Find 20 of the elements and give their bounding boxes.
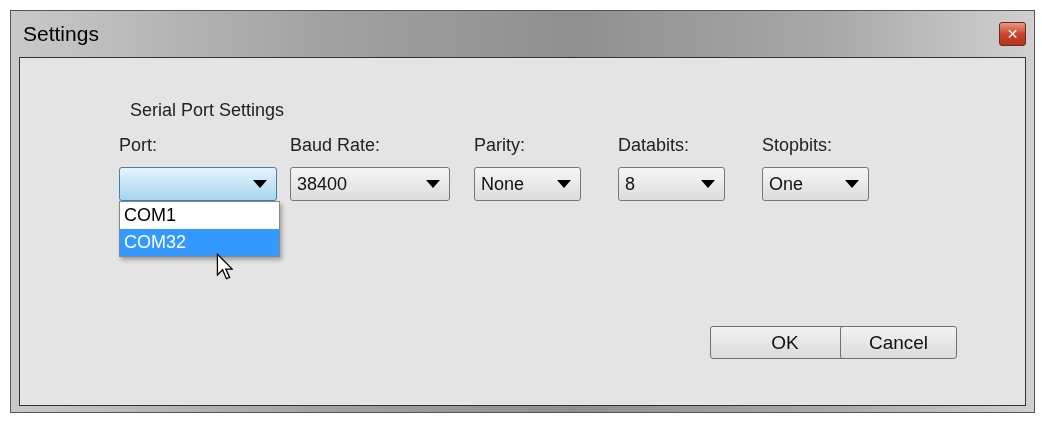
group-title: Serial Port Settings	[129, 100, 286, 121]
field-label: Port:	[119, 135, 157, 156]
caret-icon	[253, 180, 267, 188]
dropdown[interactable]: 8	[618, 167, 725, 201]
window-title: Settings	[22, 22, 99, 46]
caret-icon	[701, 180, 715, 188]
caret-icon	[557, 180, 571, 188]
field-label: Baud Rate:	[290, 135, 381, 156]
close-button[interactable]: ✕	[999, 22, 1026, 46]
caret-icon	[845, 180, 859, 188]
dropdown[interactable]	[119, 167, 277, 201]
dialog-button[interactable]: Cancel	[840, 326, 957, 359]
field-label: Databits:	[618, 135, 690, 156]
field-label: Stopbits:	[762, 135, 833, 156]
field-label: Parity:	[474, 135, 525, 156]
dropdown[interactable]: One	[762, 167, 869, 201]
caret-icon	[426, 180, 440, 188]
dropdown-option[interactable]: COM1	[120, 202, 279, 229]
dropdown[interactable]: None	[474, 167, 581, 201]
dropdown[interactable]: 38400	[290, 167, 450, 201]
